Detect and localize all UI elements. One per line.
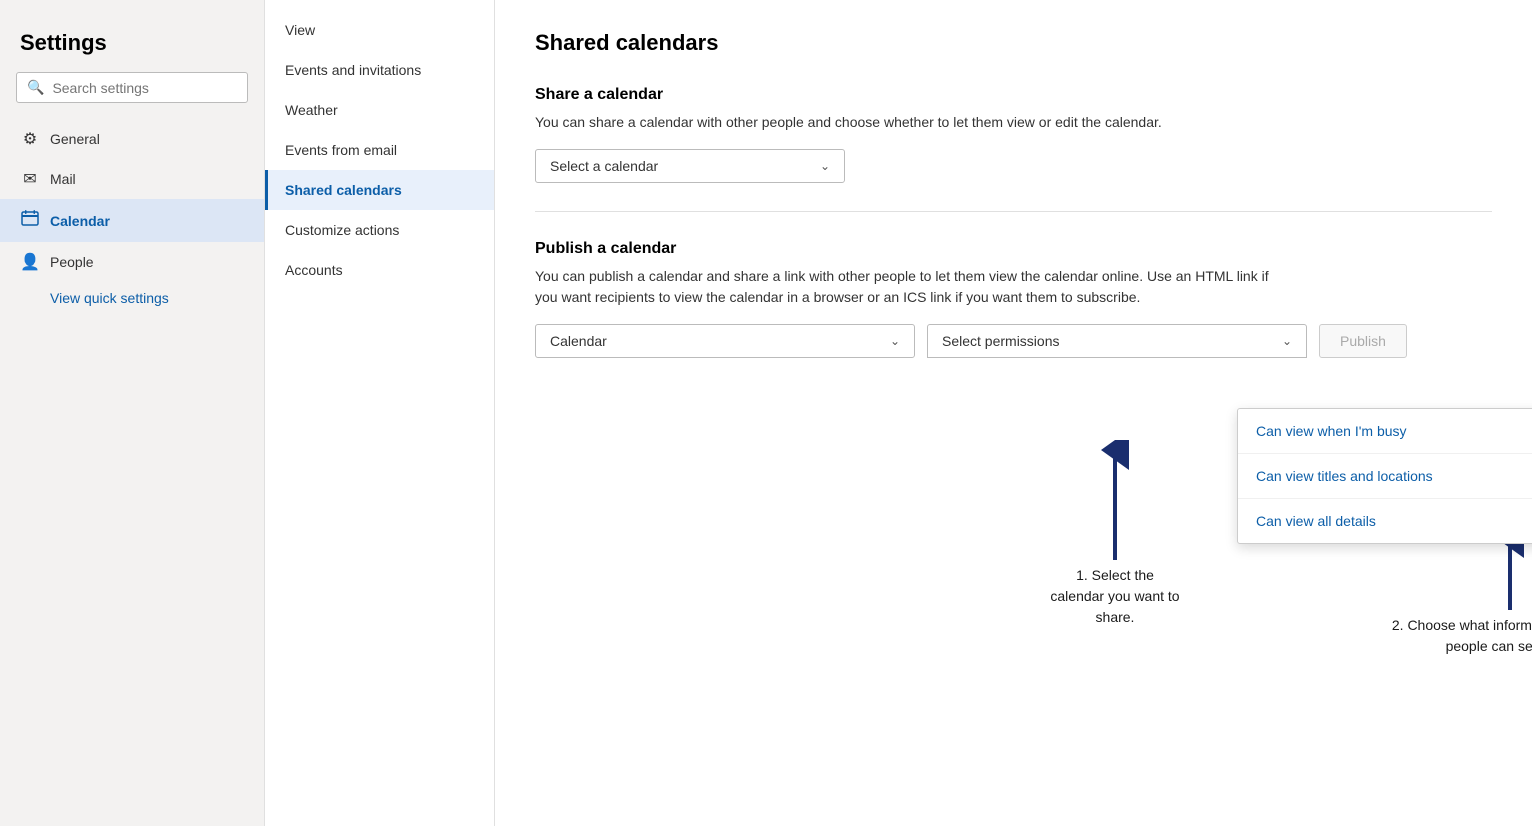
submenu: View Events and invitations Weather Even… <box>265 0 495 826</box>
main-content: Shared calendars Share a calendar You ca… <box>495 0 1532 826</box>
permission-option-view-all[interactable]: Can view all details <box>1238 498 1532 543</box>
submenu-item-shared-calendars[interactable]: Shared calendars <box>265 170 494 210</box>
search-box[interactable]: 🔍 <box>16 72 248 103</box>
permissions-dropdown-placeholder: Select permissions <box>942 333 1060 349</box>
calendar-select-dropdown[interactable]: Calendar ⌄ <box>535 324 915 358</box>
sidebar-item-general[interactable]: ⚙ General <box>0 119 264 159</box>
calendar-icon <box>20 209 40 232</box>
mail-icon: ✉ <box>20 169 40 189</box>
page-title: Shared calendars <box>535 30 1492 56</box>
calendar-dropdown-value: Calendar <box>550 333 607 349</box>
chevron-down-icon: ⌄ <box>820 159 830 173</box>
search-input[interactable] <box>52 80 237 96</box>
app-title: Settings <box>0 20 264 72</box>
annotation-text-2: 2. Choose what information otherpeople c… <box>1365 615 1532 657</box>
permissions-dropdown-popup: Can view when I'm busy Can view titles a… <box>1237 408 1532 544</box>
submenu-item-events[interactable]: Events and invitations <box>265 50 494 90</box>
select-calendar-value: Select a calendar <box>550 158 658 174</box>
submenu-item-events-from-email[interactable]: Events from email <box>265 130 494 170</box>
people-icon: 👤 <box>20 252 40 272</box>
sidebar-item-calendar[interactable]: Calendar <box>0 199 264 242</box>
submenu-item-view[interactable]: View <box>265 10 494 50</box>
gear-icon: ⚙ <box>20 129 40 149</box>
sidebar-item-label: People <box>50 254 94 270</box>
publish-controls-row: Calendar ⌄ Select permissions ⌄ Publish <box>535 324 1492 358</box>
publish-section-desc: You can publish a calendar and share a l… <box>535 266 1295 308</box>
publish-button[interactable]: Publish <box>1319 324 1407 358</box>
share-section-title: Share a calendar <box>535 86 1492 104</box>
sidebar-item-people[interactable]: 👤 People <box>0 242 264 282</box>
sidebar-item-label: Mail <box>50 171 76 187</box>
submenu-item-accounts[interactable]: Accounts <box>265 250 494 290</box>
share-section-desc: You can share a calendar with other peop… <box>535 112 1295 133</box>
sidebar-item-label: Calendar <box>50 213 110 229</box>
permission-option-view-busy[interactable]: Can view when I'm busy <box>1238 409 1532 453</box>
permissions-dropdown[interactable]: Select permissions ⌄ <box>927 324 1307 358</box>
chevron-down-icon: ⌄ <box>1282 334 1292 348</box>
view-quick-settings-link[interactable]: View quick settings <box>0 282 264 314</box>
search-icon: 🔍 <box>27 79 44 96</box>
section-divider <box>535 211 1492 212</box>
sidebar: Settings 🔍 ⚙ General ✉ Mail Calendar 👤 P… <box>0 0 265 826</box>
chevron-down-icon: ⌄ <box>890 334 900 348</box>
select-calendar-dropdown[interactable]: Select a calendar ⌄ <box>535 149 845 183</box>
permission-option-view-titles[interactable]: Can view titles and locations <box>1238 453 1532 498</box>
annotation-text-1: 1. Select thecalendar you want toshare. <box>1025 565 1205 628</box>
arrow-1 <box>1085 440 1145 560</box>
submenu-item-weather[interactable]: Weather <box>265 90 494 130</box>
sidebar-item-mail[interactable]: ✉ Mail <box>0 159 264 199</box>
publish-section-title: Publish a calendar <box>535 240 1492 258</box>
submenu-item-customize-actions[interactable]: Customize actions <box>265 210 494 250</box>
sidebar-item-label: General <box>50 131 100 147</box>
